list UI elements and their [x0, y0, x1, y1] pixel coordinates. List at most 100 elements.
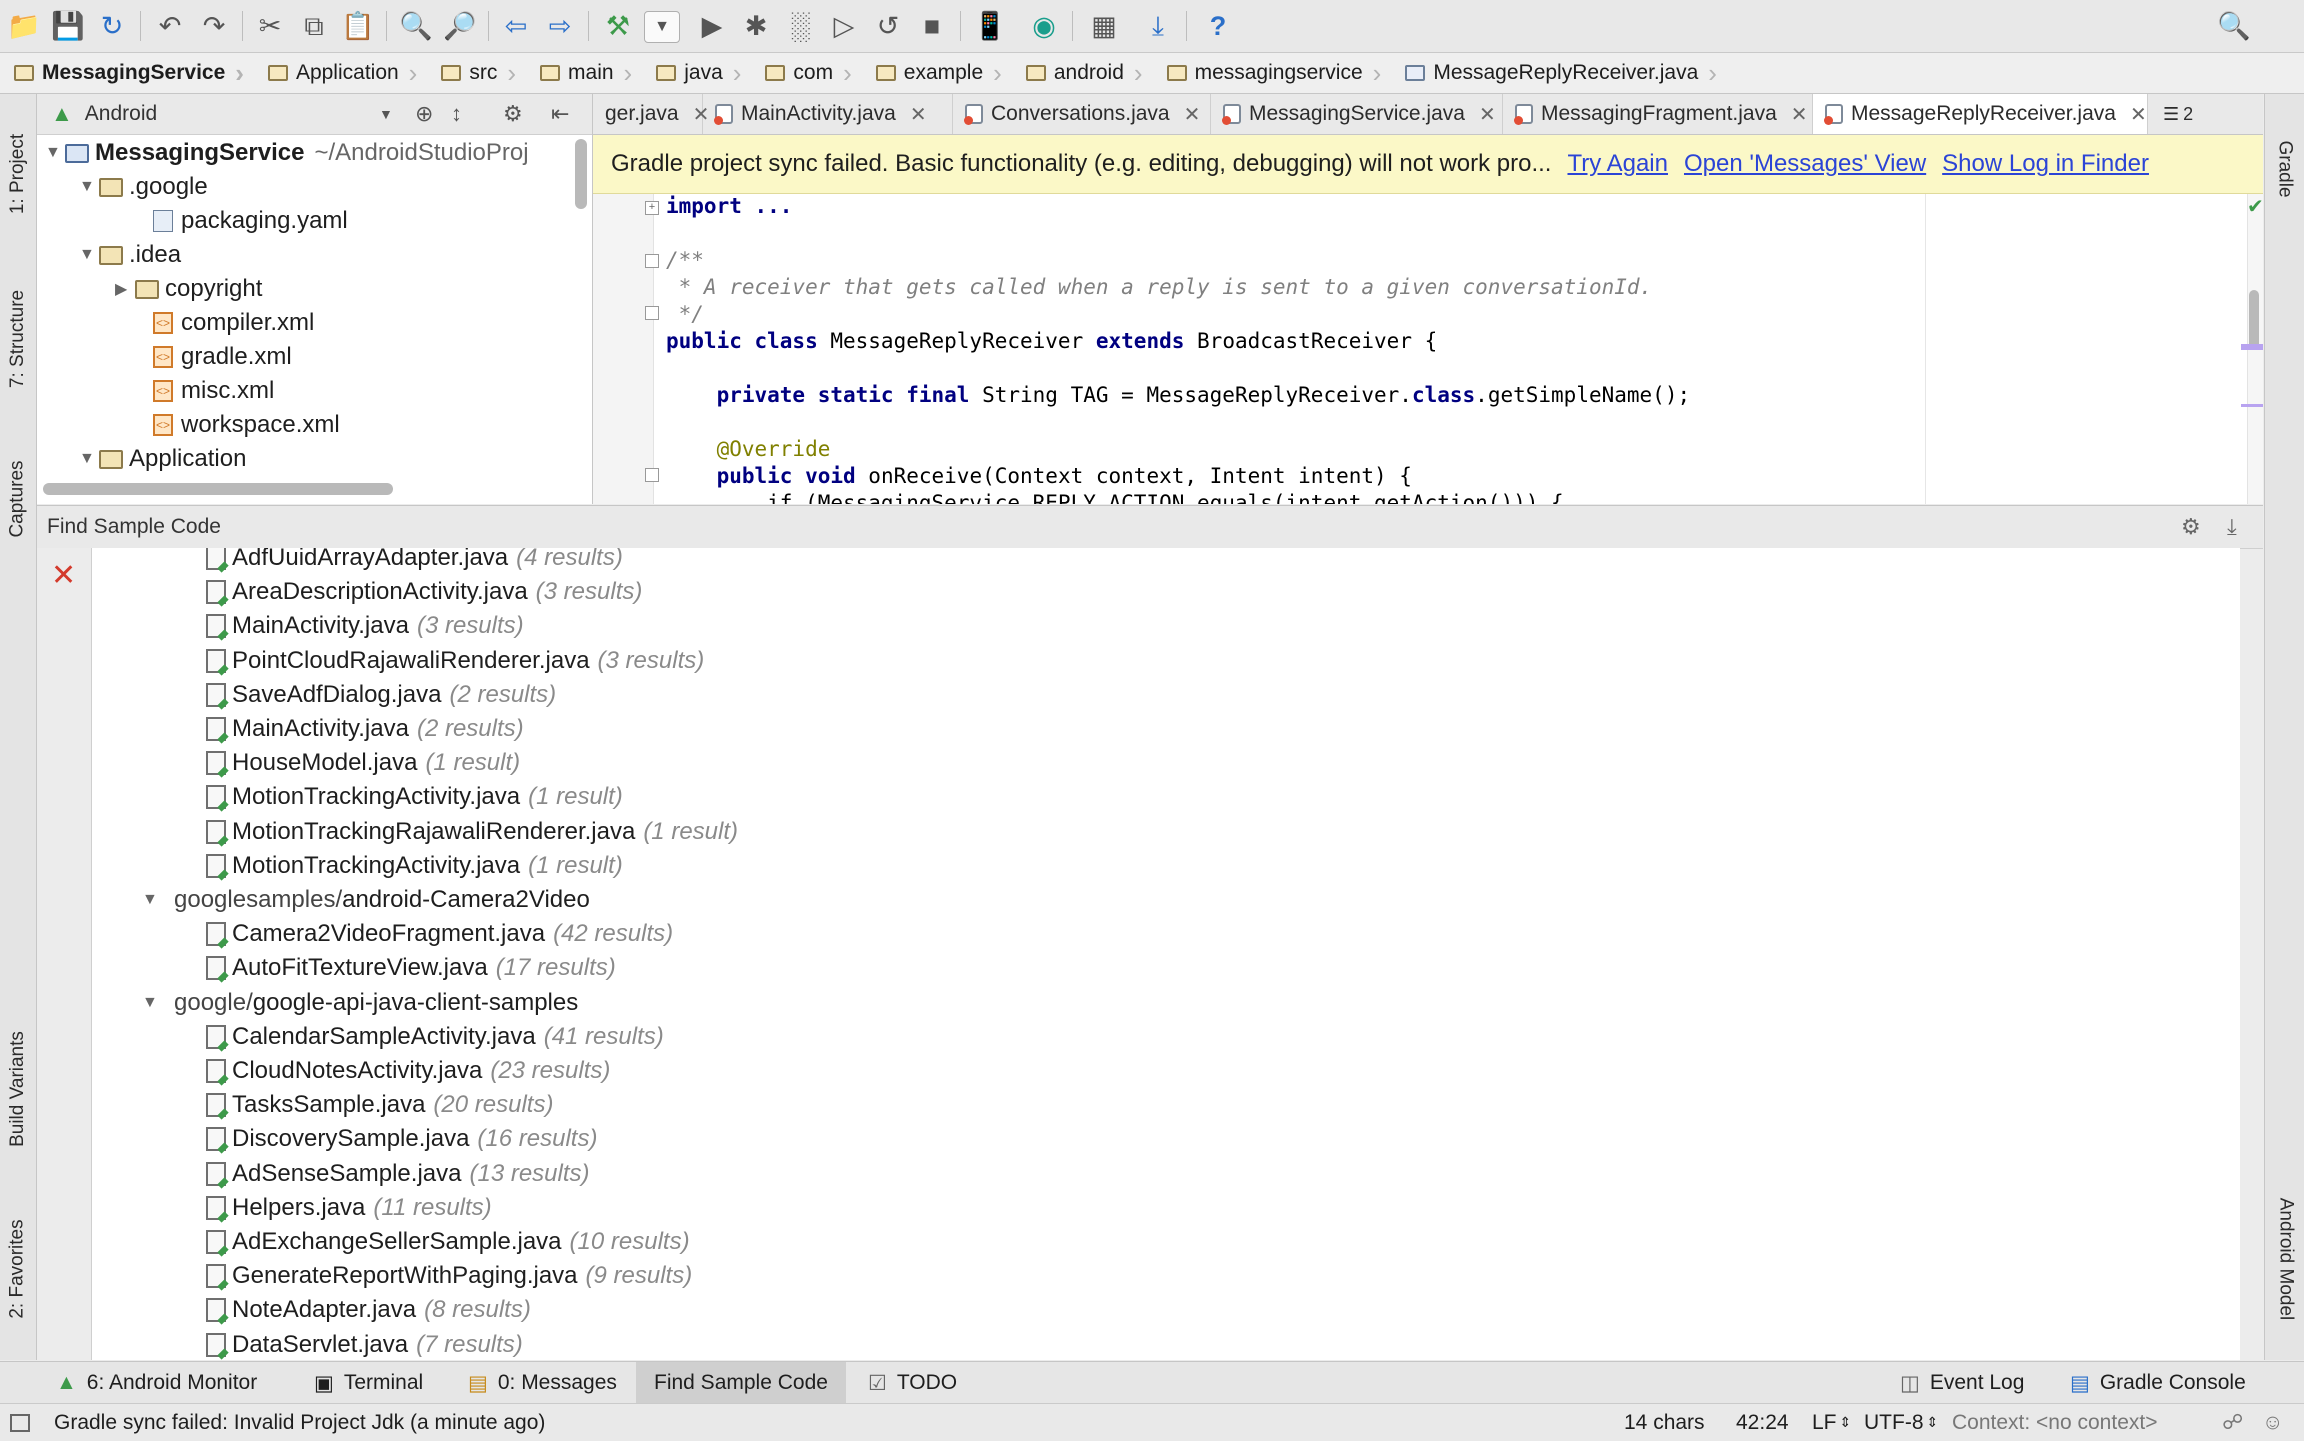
- tab-event-log[interactable]: ◫ Event Log: [1900, 1362, 2024, 1404]
- cut-icon[interactable]: ✂: [252, 8, 288, 44]
- expand-triangle-icon[interactable]: ▼: [142, 891, 162, 909]
- tab-project[interactable]: 1: Project: [0, 104, 36, 244]
- tree-item[interactable]: ▼ .google: [79, 170, 208, 204]
- breadcrumb-item[interactable]: main ›: [526, 53, 642, 93]
- repo-group-row[interactable]: ▼ googlesamples/android-Camera2Video: [142, 883, 590, 917]
- breadcrumb-item[interactable]: src ›: [427, 53, 526, 93]
- result-file-row[interactable]: HouseModel.java (1 result): [206, 746, 520, 780]
- result-file-row[interactable]: MotionTrackingActivity.java (1 result): [206, 780, 623, 814]
- result-file-row[interactable]: MainActivity.java (2 results): [206, 712, 524, 746]
- file-encoding[interactable]: UTF-8 ⇕: [1864, 1404, 1938, 1441]
- back-icon[interactable]: ⇦: [498, 8, 534, 44]
- result-file-row[interactable]: PointCloudRajawaliRenderer.java (3 result…: [206, 644, 704, 678]
- project-structure-icon[interactable]: ▦: [1086, 8, 1122, 44]
- result-file-row[interactable]: Camera2VideoFragment.java (42 results): [206, 917, 673, 951]
- project-view-selector[interactable]: Android: [85, 102, 157, 126]
- horizontal-scrollbar[interactable]: [43, 483, 393, 495]
- result-file-row[interactable]: CalendarSampleActivity.java (41 results): [206, 1020, 664, 1054]
- expand-triangle-icon[interactable]: ▼: [142, 994, 162, 1012]
- tree-item[interactable]: <> misc.xml: [153, 374, 274, 408]
- result-file-row[interactable]: NoteAdapter.java (8 results): [206, 1293, 531, 1327]
- repo-group-row[interactable]: ▼ google/google-api-java-client-samples: [142, 986, 578, 1020]
- tree-item[interactable]: ▼ Application: [79, 442, 246, 476]
- avd-manager-icon[interactable]: 📱: [972, 8, 1008, 44]
- scroll-from-source-icon[interactable]: ⊕: [415, 101, 433, 127]
- stop-icon[interactable]: ■: [914, 8, 950, 44]
- editor-tab[interactable]: MessagingService.java ✕: [1211, 94, 1503, 134]
- hide-panel-icon[interactable]: ⇤: [551, 101, 569, 127]
- breadcrumb-item[interactable]: example ›: [862, 53, 1012, 93]
- apply-changes-icon[interactable]: ↺: [870, 8, 906, 44]
- result-file-row[interactable]: MainActivity.java (3 results): [206, 609, 524, 643]
- fold-icon[interactable]: [645, 306, 659, 320]
- close-icon[interactable]: ✕: [51, 558, 76, 593]
- try-again-link[interactable]: Try Again: [1567, 150, 1668, 178]
- sdk-manager-icon[interactable]: ⤓: [1140, 8, 1176, 44]
- result-file-row[interactable]: MotionTrackingRajawaliRenderer.java (1 re…: [206, 815, 738, 849]
- sync-gradle-icon[interactable]: ◉: [1026, 8, 1062, 44]
- tab-android-monitor[interactable]: ▲ 6: Android Monitor: [56, 1362, 257, 1404]
- tab-messages[interactable]: ▤ 0: Messages: [468, 1362, 617, 1404]
- minimize-icon[interactable]: ⤓: [2227, 514, 2237, 540]
- run-config-dropdown-icon[interactable]: ▼: [644, 11, 680, 43]
- show-log-link[interactable]: Show Log in Finder: [1942, 150, 2149, 178]
- breadcrumb-item[interactable]: java ›: [642, 53, 751, 93]
- tab-terminal[interactable]: ▣ Terminal: [314, 1362, 423, 1404]
- help-icon[interactable]: ?: [1200, 8, 1236, 44]
- tree-item[interactable]: ▼ .idea: [79, 238, 181, 272]
- build-hammer-icon[interactable]: ⚒: [600, 8, 636, 44]
- context-selector[interactable]: Context: <no context>: [1952, 1404, 2157, 1441]
- tree-item[interactable]: packaging.yaml: [153, 204, 348, 238]
- result-file-row[interactable]: AdfUuidArrayAdapter.java (4 results): [206, 548, 623, 575]
- replace-icon[interactable]: 🔎: [442, 8, 478, 44]
- undo-icon[interactable]: ↶: [152, 8, 188, 44]
- panel-toggle-icon[interactable]: [10, 1404, 30, 1441]
- paste-icon[interactable]: 📋: [340, 8, 376, 44]
- collapse-all-icon[interactable]: ↕: [451, 101, 462, 127]
- close-icon[interactable]: ✕: [1791, 102, 1808, 127]
- tree-item[interactable]: <> workspace.xml: [153, 408, 340, 442]
- result-file-row[interactable]: GenerateReportWithPaging.java (9 results): [206, 1259, 692, 1293]
- find-icon[interactable]: 🔍: [398, 8, 434, 44]
- line-separator[interactable]: LF ⇕: [1812, 1404, 1851, 1441]
- open-folder-icon[interactable]: 📁: [6, 8, 42, 44]
- tab-build-variants[interactable]: Build Variants: [0, 994, 36, 1184]
- debug-icon[interactable]: ✱: [738, 8, 774, 44]
- close-icon[interactable]: ✕: [2130, 102, 2147, 127]
- tab-structure[interactable]: 7: Structure: [0, 264, 36, 414]
- attach-debugger-icon[interactable]: ▷: [826, 8, 862, 44]
- fold-icon[interactable]: [645, 468, 659, 482]
- chevron-down-icon[interactable]: ▼: [379, 106, 393, 122]
- result-file-row[interactable]: CloudNotesActivity.java (23 results): [206, 1054, 610, 1088]
- gear-icon[interactable]: ⚙: [2181, 514, 2201, 540]
- fold-plus-icon[interactable]: +: [645, 201, 659, 215]
- status-message[interactable]: Gradle sync failed: Invalid Project Jdk …: [54, 1404, 545, 1441]
- save-icon[interactable]: 💾: [50, 8, 86, 44]
- tab-android-model[interactable]: Android Model: [2267, 1174, 2303, 1344]
- editor-tab[interactable]: ger.java ✕: [593, 94, 709, 134]
- gear-icon[interactable]: ⚙: [503, 101, 523, 127]
- breadcrumb-item[interactable]: MessagingService ›: [0, 53, 254, 93]
- breadcrumb-item[interactable]: messagingservice ›: [1153, 53, 1392, 93]
- result-file-row[interactable]: DiscoverySample.java (16 results): [206, 1122, 597, 1156]
- result-file-row[interactable]: AreaDescriptionActivity.java (3 results): [206, 575, 642, 609]
- close-icon[interactable]: ✕: [910, 102, 927, 127]
- copy-icon[interactable]: ⧉: [296, 8, 332, 44]
- result-file-row[interactable]: AdExchangeSellerSample.java (10 results): [206, 1225, 690, 1259]
- result-file-row[interactable]: MotionTrackingActivity.java (1 result): [206, 849, 623, 883]
- fold-icon[interactable]: [645, 254, 659, 268]
- result-file-row[interactable]: Helpers.java (11 results): [206, 1191, 492, 1225]
- open-messages-link[interactable]: Open 'Messages' View: [1684, 150, 1926, 178]
- tab-gradle[interactable]: Gradle: [2267, 114, 2303, 224]
- search-everywhere-icon[interactable]: 🔍: [2216, 8, 2252, 44]
- result-file-row[interactable]: SaveAdfDialog.java (2 results): [206, 678, 556, 712]
- editor-tab[interactable]: Conversations.java ✕: [953, 94, 1211, 134]
- run-icon[interactable]: ▶: [694, 8, 730, 44]
- lock-icon[interactable]: ☍: [2222, 1404, 2243, 1441]
- tree-item[interactable]: ▼ MessagingService ~/AndroidStudioProj: [45, 136, 529, 170]
- tab-gradle-console[interactable]: ▤ Gradle Console: [2070, 1362, 2246, 1404]
- sync-icon[interactable]: ↻: [94, 8, 130, 44]
- vertical-scrollbar[interactable]: [575, 139, 587, 209]
- tab-captures[interactable]: Captures: [0, 434, 36, 564]
- result-file-row[interactable]: TasksSample.java (20 results): [206, 1088, 553, 1122]
